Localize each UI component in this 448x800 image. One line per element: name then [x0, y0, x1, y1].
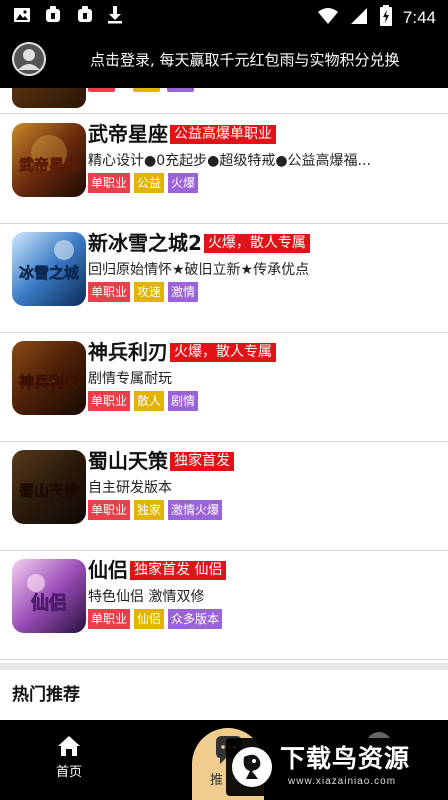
tab-home[interactable]: 首页: [40, 734, 98, 782]
promo-badge: 独家首发 仙侣: [130, 560, 227, 580]
login-prompt[interactable]: 点击登录, 每天赢取千元红包雨与实物积分兑换: [90, 49, 400, 71]
image-icon: [12, 5, 32, 29]
tag: 公益: [134, 173, 165, 193]
promo-badge: 火爆，散人专属: [170, 342, 276, 362]
thumb-title: 蜀山天策: [19, 482, 80, 500]
thumb-title: 冰雪之城: [19, 264, 79, 282]
tag: 单职业: [88, 282, 131, 302]
game-item-shushan[interactable]: 蜀山天策 蜀山天策 独家首发 自主研发版本 单职业 独家 激情火爆: [0, 442, 448, 551]
avatar[interactable]: [12, 42, 46, 76]
game-title[interactable]: 仙侣: [88, 557, 128, 583]
game-list[interactable]: 武帝星座 武帝星座 公益高爆单职业 精心设计●0充起步●超级特戒●公益高爆福..…: [0, 88, 448, 663]
game-description: 特色仙侣 激情双修: [88, 589, 205, 605]
status-bar: 7:44: [0, 0, 448, 32]
tag: 单职业: [88, 500, 131, 520]
tag: 火爆: [168, 173, 199, 193]
tab-home-label: 首页: [55, 765, 82, 780]
tag: 单职业: [88, 173, 131, 193]
thumb-title: 神兵利刃: [19, 373, 79, 391]
section-title: 热门推荐: [12, 685, 80, 705]
tag: 仙侣: [134, 609, 165, 629]
bug-icon: [42, 5, 64, 29]
game-thumbnail: 神兵利刃: [12, 341, 86, 415]
watermark-url: www.xiazainiao.com: [288, 776, 397, 787]
tag: 独家: [134, 500, 165, 520]
home-icon: [58, 736, 80, 756]
game-item-xianlv[interactable]: 仙侣 仙侣 独家首发 仙侣 特色仙侣 激情双修 单职业 仙侣 众多版本: [0, 551, 448, 660]
game-title[interactable]: 武帝星座: [88, 121, 168, 147]
game-description: 自主研发版本: [88, 480, 172, 496]
list-item-partial[interactable]: [0, 88, 448, 114]
hot-recommend-section: 热门推荐: [0, 670, 448, 720]
wifi-icon: [317, 6, 339, 30]
tag: 攻速: [134, 282, 165, 302]
promo-badge: 独家首发: [170, 451, 234, 471]
game-item-bingxue[interactable]: 冰雪之城 新冰雪之城2 火爆，散人专属 回归原始情怀★破旧立新★传承优点 单职业…: [0, 224, 448, 333]
game-title[interactable]: 神兵利刃: [88, 339, 168, 365]
battery-charging-icon: [379, 5, 393, 31]
tag: 众多版本: [168, 609, 223, 629]
game-item-wudi[interactable]: 武帝星座 武帝星座 公益高爆单职业 精心设计●0充起步●超级特戒●公益高爆福..…: [0, 115, 448, 224]
tag: [167, 88, 194, 92]
thumb-title: 仙侣: [31, 592, 67, 614]
game-description: 精心设计●0充起步●超级特戒●公益高爆福...: [88, 153, 371, 169]
bug-icon: [74, 5, 96, 29]
promo-badge: 公益高爆单职业: [170, 124, 276, 144]
promo-badge: 火爆，散人专属: [203, 233, 310, 253]
game-title[interactable]: 新冰雪之城2: [88, 230, 202, 256]
game-thumbnail: 仙侣: [12, 559, 86, 633]
watermark: 下载鸟资源 www.xiazainiao.com: [226, 738, 440, 796]
game-title[interactable]: 蜀山天策: [88, 448, 168, 474]
tag: [133, 88, 160, 92]
game-description: 剧情专属耐玩: [88, 371, 172, 387]
game-thumbnail: 武帝星座: [12, 123, 86, 197]
download-icon: [106, 5, 124, 29]
game-item-shenbing[interactable]: 神兵利刃 神兵利刃 火爆，散人专属 剧情专属耐玩 单职业 散人 剧情: [0, 333, 448, 442]
section-divider: [0, 663, 448, 670]
tag: 激情火爆: [168, 500, 223, 520]
game-thumbnail: 蜀山天策: [12, 450, 86, 524]
tag: 散人: [134, 391, 165, 411]
tag: 剧情: [168, 391, 199, 411]
tag: [88, 88, 115, 92]
game-thumbnail: [12, 88, 86, 108]
tag: 单职业: [88, 609, 131, 629]
game-thumbnail: 冰雪之城: [12, 232, 86, 306]
login-banner[interactable]: 点击登录, 每天赢取千元红包雨与实物积分兑换: [0, 32, 448, 88]
tab-recommend-label: 推: [210, 773, 224, 788]
signal-icon: [349, 6, 369, 30]
tag: 激情: [168, 282, 199, 302]
watermark-title: 下载鸟资源: [280, 744, 411, 773]
status-time: 7:44: [402, 8, 436, 27]
tag: 单职业: [88, 391, 131, 411]
thumb-title: 武帝星座: [19, 156, 79, 174]
game-description: 回归原始情怀★破旧立新★传承优点: [88, 262, 310, 278]
user-icon: [12, 42, 46, 76]
watermark-logo: [232, 747, 272, 787]
